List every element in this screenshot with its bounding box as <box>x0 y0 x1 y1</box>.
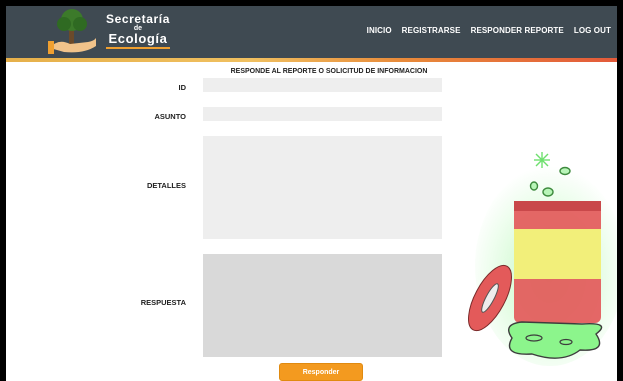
id-label: ID <box>178 83 187 92</box>
respuesta-textarea[interactable] <box>203 254 442 357</box>
nav-inicio[interactable]: INICIO <box>367 26 392 35</box>
brand-line-3: Ecología <box>108 31 168 46</box>
detalles-label: DETALLES <box>146 181 186 190</box>
form-title: RESPONDE AL REPORTE O SOLICITUD DE INFOR… <box>230 68 428 75</box>
id-field[interactable] <box>203 78 442 92</box>
nav-registrarse[interactable]: REGISTRARSE <box>402 26 461 35</box>
brand-line-1: Secretaría <box>105 12 171 26</box>
nav-responder-reporte[interactable]: RESPONDER REPORTE <box>471 26 564 35</box>
tree-hand-logo-icon <box>48 9 96 54</box>
asunto-field[interactable] <box>203 107 442 121</box>
main-nav: INICIO REGISTRARSE RESPONDER REPORTE LOG… <box>367 26 611 35</box>
asunto-label: ASUNTO <box>154 112 186 121</box>
page-frame: Secretaría de Ecología INICIO REGISTRARS… <box>6 6 617 381</box>
nav-log-out[interactable]: LOG OUT <box>574 26 611 35</box>
detalles-textarea[interactable] <box>203 136 442 239</box>
brand-title[interactable]: Secretaría de Ecología <box>103 13 173 49</box>
toxic-barrel-icon <box>468 152 617 366</box>
header-accent-stripe <box>6 58 617 62</box>
brand-underline <box>106 47 170 49</box>
respuesta-label: RESPUESTA <box>140 298 186 307</box>
responder-button[interactable]: Responder <box>279 363 363 381</box>
header-bar: Secretaría de Ecología INICIO REGISTRARS… <box>6 6 617 58</box>
